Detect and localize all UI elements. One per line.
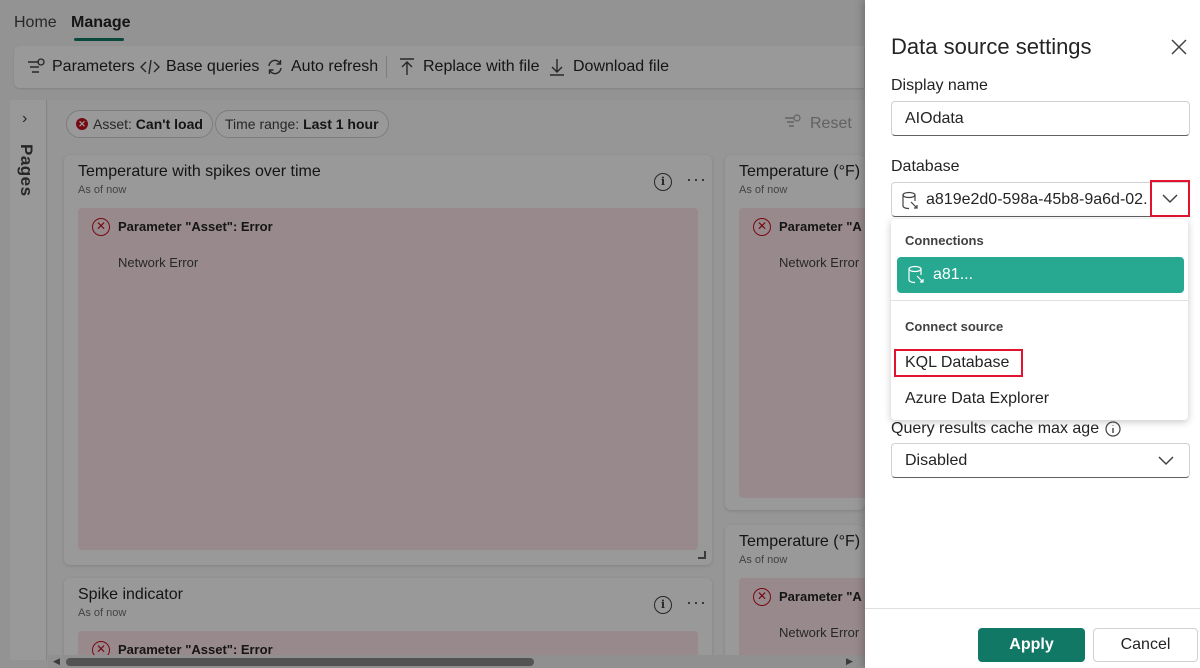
display-name-field[interactable]: AIOdata <box>891 101 1190 136</box>
database-select[interactable]: a819e2d0-598a-45b8-9a6d-02... <box>891 180 1190 217</box>
connection-option-label: a81... <box>933 266 974 283</box>
dropdown-divider <box>891 300 1188 301</box>
cancel-button[interactable]: Cancel <box>1093 628 1198 662</box>
chevron-down-icon <box>1162 193 1178 203</box>
cache-max-age-text: Query results cache max age <box>891 420 1100 437</box>
panel-title: Data source settings <box>891 34 1092 59</box>
apply-button[interactable]: Apply <box>978 628 1085 662</box>
panel-footer-divider <box>865 608 1200 609</box>
modal-overlay[interactable] <box>0 0 865 668</box>
connect-source-header: Connect source <box>905 319 1004 334</box>
cache-max-age-label: Query results cache max age <box>891 420 1121 438</box>
database-value: a819e2d0-598a-45b8-9a6d-02... <box>926 191 1148 208</box>
connections-header: Connections <box>905 233 984 248</box>
info-icon[interactable] <box>1105 421 1121 437</box>
azure-data-explorer-option[interactable]: Azure Data Explorer <box>905 390 1049 408</box>
display-name-label: Display name <box>891 77 988 94</box>
data-source-settings-panel: Data source settings Display name AIOdat… <box>865 0 1200 668</box>
chevron-down-icon <box>1158 453 1174 471</box>
connection-option[interactable]: a81... <box>897 257 1184 293</box>
close-icon <box>1171 39 1187 55</box>
database-icon <box>907 265 925 285</box>
database-label: Database <box>891 158 960 175</box>
database-dropdown-toggle[interactable] <box>1150 180 1190 217</box>
close-button[interactable] <box>1168 36 1190 58</box>
database-icon <box>901 191 919 216</box>
kql-database-option[interactable]: KQL Database <box>905 354 1009 372</box>
database-dropdown-menu: Connections a81... Connect source KQL Da… <box>891 219 1188 420</box>
cache-max-age-value: Disabled <box>905 452 968 469</box>
cache-max-age-select[interactable]: Disabled <box>891 443 1190 478</box>
